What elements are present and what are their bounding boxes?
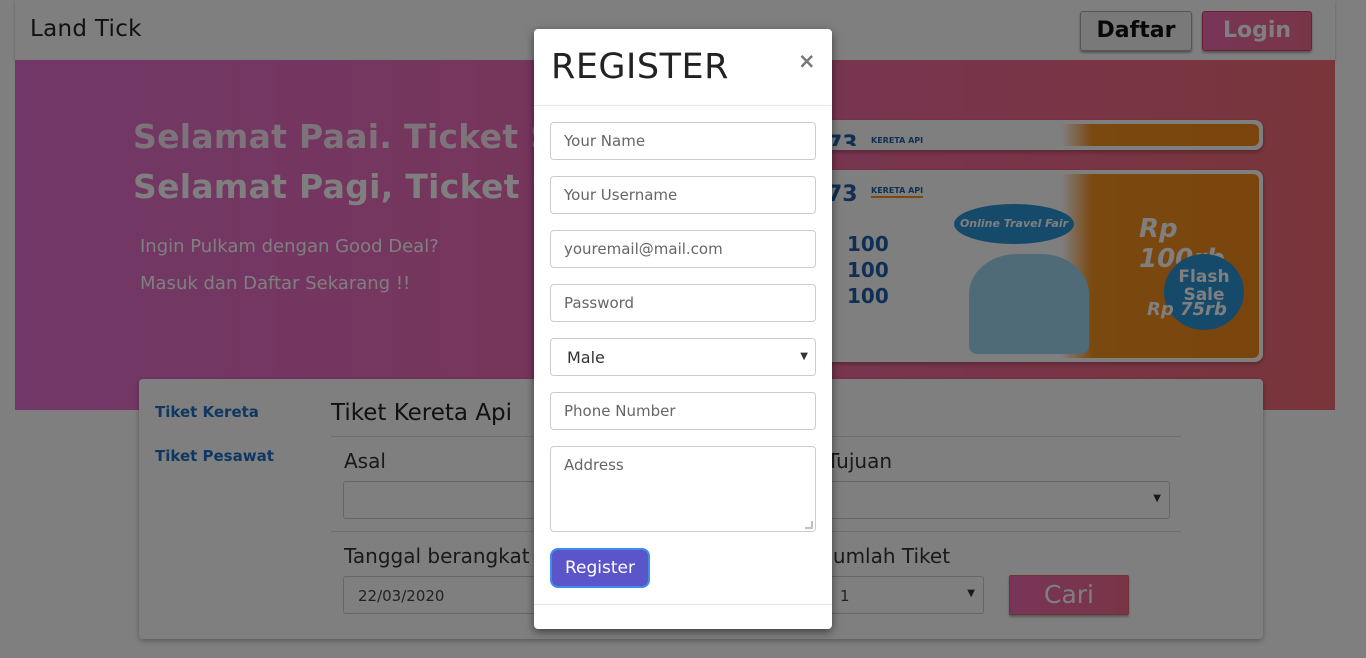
- name-placeholder: Your Name: [564, 132, 646, 150]
- email-input[interactable]: youremail@mail.com: [550, 230, 816, 268]
- gender-value: Male: [567, 348, 605, 367]
- address-placeholder: Address: [564, 456, 624, 474]
- phone-placeholder: Phone Number: [564, 402, 676, 420]
- register-button[interactable]: Register: [550, 548, 650, 588]
- password-input[interactable]: Password: [550, 284, 816, 322]
- gender-select[interactable]: Male ▼: [550, 338, 816, 376]
- register-modal: REGISTER × Your Name Your Username youre…: [534, 29, 832, 629]
- modal-footer-divider: [534, 604, 832, 605]
- close-icon[interactable]: ×: [798, 49, 816, 73]
- address-textarea[interactable]: Address: [550, 446, 816, 532]
- phone-input[interactable]: Phone Number: [550, 392, 816, 430]
- username-input[interactable]: Your Username: [550, 176, 816, 214]
- modal-header: REGISTER ×: [534, 29, 832, 106]
- name-input[interactable]: Your Name: [550, 122, 816, 160]
- password-placeholder: Password: [564, 294, 635, 312]
- email-placeholder: youremail@mail.com: [564, 240, 723, 258]
- resize-handle-icon[interactable]: [805, 521, 813, 529]
- username-placeholder: Your Username: [564, 186, 678, 204]
- chevron-down-icon: ▼: [800, 351, 808, 362]
- modal-title: REGISTER: [551, 47, 729, 87]
